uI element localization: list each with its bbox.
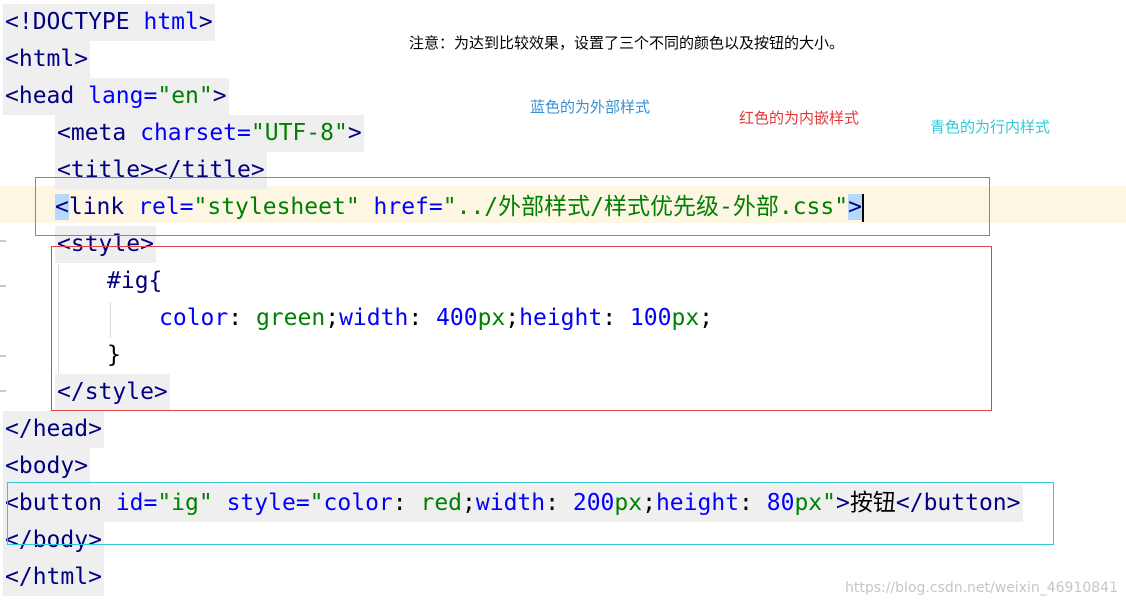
html-close-tag: </html> [3,559,104,596]
tag-bracket: > [198,9,213,35]
code-editor[interactable]: <!DOCTYPE html> <html> <head lang="en"> … [0,0,1126,604]
tag-bracket: > [347,120,362,146]
fold-marker[interactable] [0,285,6,287]
annotation-note: 注意：为达到比较效果，设置了三个不同的颜色以及按钮的大小。 [409,34,845,52]
doctype-token: <!DOCTYPE [5,9,144,35]
head-close-tag: </head> [3,411,104,448]
attr-name: charset= [140,120,251,146]
doctype-keyword: html [143,9,199,35]
external-style-box [35,177,990,236]
inline-style-box [7,482,1054,545]
tag-bracket: > [212,83,227,109]
code-line-3[interactable]: <head lang="en"> [3,78,229,115]
code-line-16[interactable]: </html> [3,559,104,596]
code-line-12[interactable]: </head> [3,411,104,448]
code-line-4[interactable]: <meta charset="UTF-8"> [55,115,364,152]
attr-name: lang= [88,83,158,109]
blue-label: 蓝色的为外部样式 [530,98,651,116]
watermark: https://blog.csdn.net/weixin_46910841 [844,580,1118,596]
meta-tag: <meta [57,120,141,146]
red-label: 红色的为内嵌样式 [739,109,860,127]
body-open-tag: <body> [3,448,91,485]
html-open-tag: <html> [3,41,91,78]
head-open-tag: <head [5,83,89,109]
code-line-1[interactable]: <!DOCTYPE html> [3,4,215,41]
fold-marker[interactable] [0,355,6,357]
attr-value: "UTF-8" [250,120,348,146]
attr-value: "en" [157,83,213,109]
code-line-2[interactable]: <html> [3,41,91,78]
code-line-13[interactable]: <body> [3,448,91,485]
cyan-label: 青色的为行内样式 [930,118,1051,136]
embedded-style-box [51,246,992,411]
fold-marker[interactable] [0,240,6,242]
fold-marker[interactable] [0,390,6,392]
